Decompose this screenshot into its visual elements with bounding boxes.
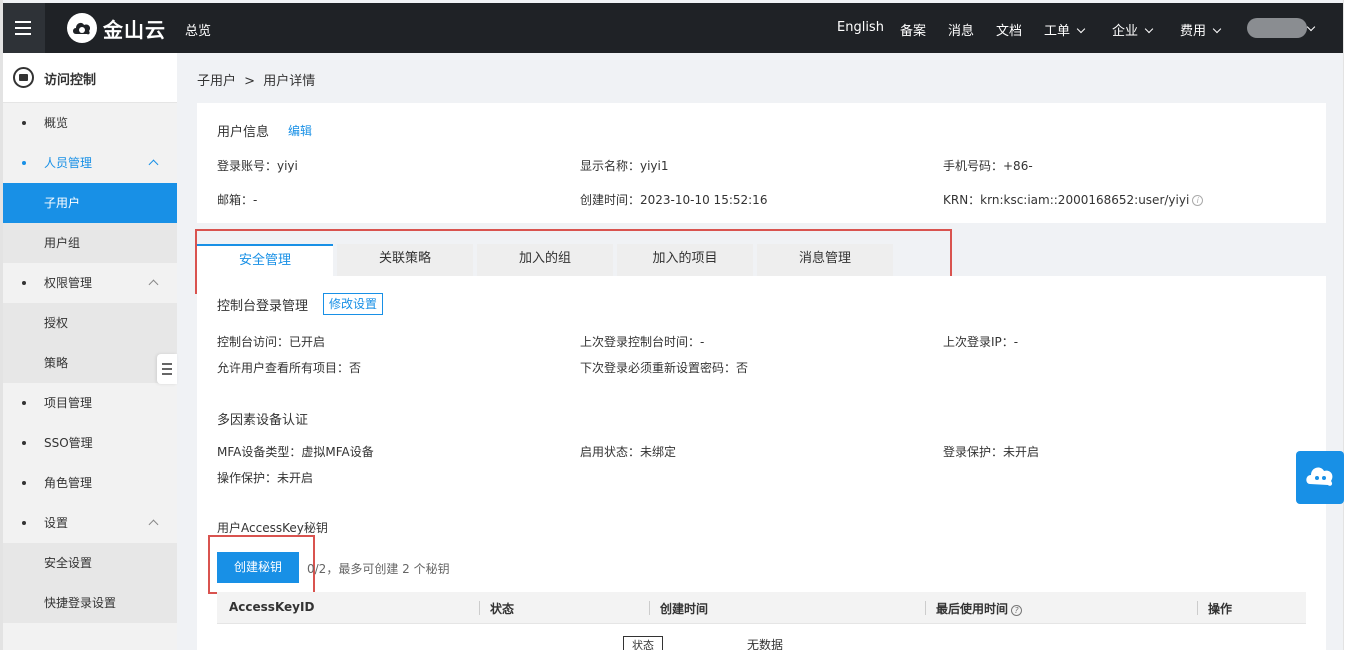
nav-billing[interactable]: 费用	[1180, 20, 1222, 39]
edit-link[interactable]: 编辑	[288, 122, 312, 139]
tab-security[interactable]: 安全管理	[197, 244, 333, 276]
sidebar-item-roles[interactable]: 角色管理	[3, 463, 177, 503]
cloud-logo-icon	[67, 13, 97, 43]
breadcrumb: 子用户 > 用户详情	[197, 70, 315, 89]
sidebar-item-overview[interactable]: 概览	[3, 103, 177, 143]
key-count: 0/2，最多可创建 2 个秘钥	[307, 562, 450, 576]
reset-password: 下次登录必须重新设置密码：否	[580, 361, 749, 375]
col-status: 状态	[490, 602, 515, 616]
breadcrumb-separator: >	[244, 74, 256, 89]
create-key-button[interactable]: 创建秘钥	[217, 552, 299, 583]
display-name: 显示名称：yiyi1	[580, 159, 669, 173]
sidebar-item-security-settings[interactable]: 安全设置	[3, 543, 177, 583]
sidebar-item-sso[interactable]: SSO管理	[3, 423, 177, 463]
sidebar-item-projects[interactable]: 项目管理	[3, 383, 177, 423]
chevron-down-icon[interactable]	[1306, 22, 1316, 32]
chevron-up-icon	[148, 519, 159, 530]
user-info-title: 用户信息	[217, 125, 270, 140]
breadcrumb-current: 用户详情	[263, 74, 316, 89]
status-tag: 状态	[623, 636, 663, 650]
console-login-title: 控制台登录管理	[217, 299, 309, 314]
chevron-down-icon	[1212, 24, 1222, 34]
scrollbar-track[interactable]	[1343, 0, 1353, 650]
modify-settings-button[interactable]: 修改设置	[323, 293, 384, 315]
tab-policies[interactable]: 关联策略	[337, 244, 473, 276]
sidebar-item-subusers[interactable]: 子用户	[3, 183, 177, 223]
empty-table-text: 无数据	[747, 638, 784, 650]
id-card-icon	[13, 67, 34, 88]
breadcrumb-parent[interactable]: 子用户	[197, 74, 236, 89]
help-icon[interactable]: ?	[1011, 605, 1023, 616]
login-account: 登录账号：yiyi	[217, 159, 298, 173]
phone-number: 手机号码：+86-	[943, 159, 1033, 173]
nav-english[interactable]: English	[837, 20, 884, 35]
access-key-title: 用户AccessKey秘钥	[217, 521, 328, 535]
assistant-icon	[1306, 467, 1333, 486]
nav-filing[interactable]: 备案	[900, 20, 926, 39]
access-key-table-header: AccessKeyID 状态 创建时间 最后使用时间? 操作	[217, 592, 1306, 624]
customer-service-button[interactable]	[1296, 451, 1344, 504]
operation-protection: 操作保护：未开启	[217, 471, 314, 485]
nav-messages[interactable]: 消息	[948, 20, 974, 39]
mfa-status: 启用状态：未绑定	[580, 445, 677, 459]
console-access: 控制台访问：已开启	[217, 335, 326, 349]
tab-groups[interactable]: 加入的组	[477, 244, 613, 276]
sidebar-item-permissions[interactable]: 权限管理	[3, 263, 177, 303]
chevron-up-icon	[148, 159, 159, 170]
last-login-ip: 上次登录IP：-	[943, 335, 1019, 349]
sidebar-item-authorization[interactable]: 授权	[3, 303, 177, 343]
last-login-time: 上次登录控制台时间：-	[580, 335, 705, 349]
mfa-title: 多因素设备认证	[217, 413, 309, 428]
nav-tickets[interactable]: 工单	[1044, 20, 1086, 39]
avatar[interactable]	[1247, 18, 1307, 38]
sidebar-title: 访问控制	[44, 73, 97, 88]
col-actions: 操作	[1208, 602, 1233, 616]
chevron-up-icon	[148, 279, 159, 290]
sidebar-item-policies[interactable]: 策略	[3, 343, 177, 383]
sidebar-item-user-groups[interactable]: 用户组	[3, 223, 177, 263]
col-access-key-id: AccessKeyID	[229, 600, 315, 614]
col-last-used: 最后使用时间?	[936, 600, 1023, 617]
top-navigation-bar: 金山云 总览 English 备案 消息 文档 工单 企业 费用	[3, 3, 1343, 53]
mfa-device-type: MFA设备类型：虚拟MFA设备	[217, 445, 374, 459]
login-protection: 登录保护：未开启	[943, 445, 1040, 459]
chevron-down-icon	[1144, 24, 1154, 34]
sidebar-item-settings[interactable]: 设置	[3, 503, 177, 543]
sidebar: 访问控制 概览 人员管理 子用户 用户组 权限管理 授权 策略 项目管理 SSO…	[3, 53, 177, 650]
tab-projects[interactable]: 加入的项目	[617, 244, 753, 276]
sidebar-collapse-icon[interactable]	[157, 354, 177, 384]
chevron-down-icon	[1076, 24, 1086, 34]
col-created: 创建时间	[660, 602, 709, 616]
krn-value: KRN：krn:ksc:iam::2000168652:user/yiyi i	[943, 191, 1204, 208]
view-all-projects: 允许用户查看所有项目：否	[217, 361, 362, 375]
info-icon[interactable]: i	[1192, 195, 1204, 206]
created-time: 创建时间：2023-10-10 15:52:16	[580, 193, 768, 207]
sidebar-item-people[interactable]: 人员管理	[3, 143, 177, 183]
nav-overview[interactable]: 总览	[185, 20, 211, 39]
menu-icon[interactable]	[3, 3, 45, 53]
nav-enterprise[interactable]: 企业	[1112, 20, 1154, 39]
nav-docs[interactable]: 文档	[996, 20, 1022, 39]
email: 邮箱：-	[217, 193, 258, 207]
brand-name: 金山云	[103, 17, 166, 42]
sidebar-header: 访问控制	[3, 53, 177, 103]
sidebar-item-quick-login[interactable]: 快捷登录设置	[3, 583, 177, 623]
tab-messages[interactable]: 消息管理	[757, 244, 893, 276]
brand-logo[interactable]: 金山云	[67, 13, 166, 43]
